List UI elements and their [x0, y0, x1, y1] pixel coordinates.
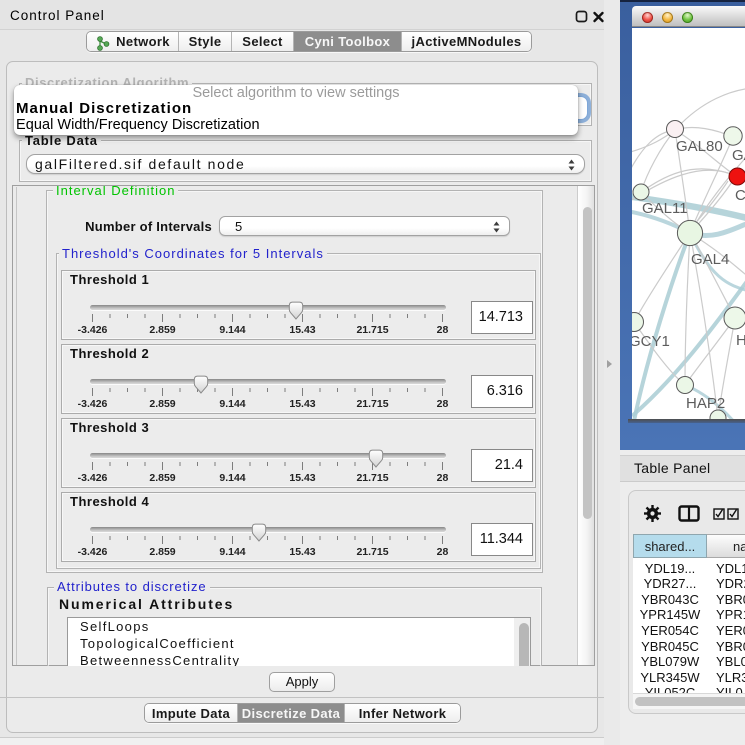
svg-text:C: C [735, 187, 745, 204]
svg-text:GAL11: GAL11 [642, 200, 688, 217]
svg-text:GAL80: GAL80 [676, 138, 723, 155]
svg-text:HAP2: HAP2 [686, 395, 725, 412]
svg-text:GCY1: GCY1 [632, 333, 670, 350]
svg-text:GA: GA [732, 147, 745, 164]
svg-text:H: H [736, 332, 745, 349]
svg-text:GAL4: GAL4 [691, 251, 729, 268]
